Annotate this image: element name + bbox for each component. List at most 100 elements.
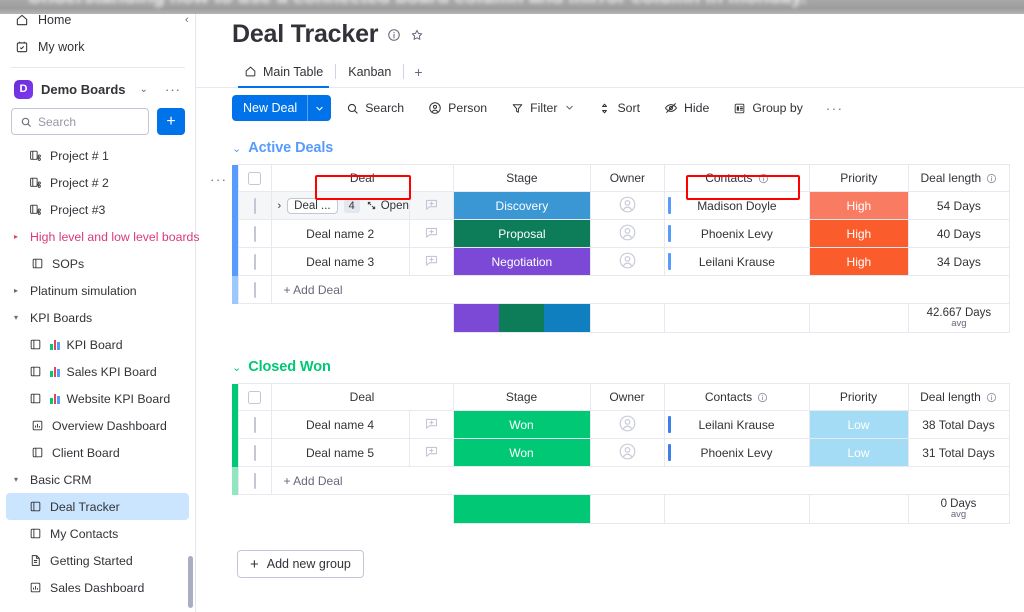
stage-summary-bar[interactable] bbox=[453, 304, 590, 333]
deal-length-cell[interactable]: 34 Days bbox=[908, 248, 1009, 276]
row-select-cell[interactable] bbox=[238, 467, 271, 495]
sidebar-item-sales-kpi-board[interactable]: Sales KPI Board bbox=[6, 358, 189, 385]
column-header-contacts[interactable]: Contacts bbox=[664, 384, 809, 411]
sidebar-item-my-work[interactable]: My work bbox=[0, 33, 195, 60]
sidebar-item-basic-crm[interactable]: ▾ Basic CRM bbox=[6, 466, 189, 493]
sidebar-item-website-kpi-board[interactable]: Website KPI Board bbox=[6, 385, 189, 412]
person-button[interactable]: Person bbox=[419, 95, 496, 121]
collapse-sidebar-icon[interactable]: ‹ bbox=[185, 14, 189, 26]
column-header-stage[interactable]: Stage bbox=[453, 384, 590, 411]
add-row[interactable]: + Add Deal bbox=[232, 467, 1009, 495]
add-update-icon[interactable] bbox=[424, 225, 439, 240]
deal-length-cell[interactable]: 31 Total Days bbox=[908, 439, 1009, 467]
workspace-header[interactable]: D Demo Boards ⌄ ··· bbox=[0, 74, 195, 104]
row-checkbox[interactable] bbox=[254, 417, 256, 433]
sidebar-scrollbar[interactable] bbox=[188, 556, 193, 608]
toolbar-more-button[interactable]: ··· bbox=[818, 101, 852, 116]
sidebar-item-client-board[interactable]: Client Board bbox=[6, 439, 189, 466]
select-all-cell[interactable] bbox=[238, 165, 271, 192]
add-row[interactable]: + Add Deal bbox=[232, 276, 1009, 304]
deal-cell[interactable]: Deal name 2 bbox=[271, 220, 409, 248]
updates-cell[interactable] bbox=[409, 411, 453, 439]
column-header-owner[interactable]: Owner bbox=[590, 165, 664, 192]
search-button[interactable]: Search bbox=[337, 95, 413, 121]
info-icon[interactable] bbox=[757, 392, 768, 403]
stage-cell[interactable]: Proposal bbox=[453, 220, 590, 248]
open-item-button[interactable]: Open bbox=[366, 200, 409, 212]
column-header-deal[interactable]: Deal bbox=[271, 165, 453, 192]
column-header-contacts[interactable]: Contacts bbox=[664, 165, 809, 192]
deal-cell[interactable]: Deal name 5 bbox=[271, 439, 409, 467]
sidebar-item-kpi-board[interactable]: KPI Board bbox=[6, 331, 189, 358]
star-icon[interactable] bbox=[410, 28, 424, 42]
table-row[interactable]: Deal name 3 Negotiation Leilani Krause H… bbox=[232, 248, 1009, 276]
row-checkbox[interactable] bbox=[254, 198, 256, 214]
priority-cell[interactable]: High bbox=[809, 192, 908, 220]
deal-cell[interactable]: › Deal ... 4 Open bbox=[271, 192, 409, 220]
chevron-down-icon[interactable]: ⌄ bbox=[140, 84, 148, 95]
priority-cell[interactable]: Low bbox=[809, 439, 908, 467]
sidebar-item-kpi-boards[interactable]: ▾ KPI Boards bbox=[6, 304, 189, 331]
stage-cell[interactable]: Discovery bbox=[453, 192, 590, 220]
deal-cell[interactable]: Deal name 4 bbox=[271, 411, 409, 439]
row-select-cell[interactable] bbox=[238, 276, 271, 304]
chevron-down-icon[interactable]: ⌄ bbox=[232, 142, 241, 155]
info-icon[interactable] bbox=[986, 173, 997, 184]
row-checkbox[interactable] bbox=[254, 282, 256, 298]
info-icon[interactable] bbox=[387, 28, 401, 42]
owner-cell[interactable] bbox=[590, 248, 664, 276]
sidebar-item-getting-started[interactable]: Getting Started bbox=[6, 547, 189, 574]
updates-cell[interactable] bbox=[409, 220, 453, 248]
column-header-stage[interactable]: Stage bbox=[453, 165, 590, 192]
chevron-down-icon[interactable] bbox=[565, 103, 574, 114]
sidebar-item-project-2[interactable]: Project # 2 bbox=[6, 169, 189, 196]
add-deal-button[interactable]: + Add Deal bbox=[271, 276, 1009, 304]
folder-triangle-open-icon[interactable]: ▾ bbox=[14, 475, 23, 484]
filter-button[interactable]: Filter bbox=[502, 95, 583, 121]
sidebar-item-platinum-simulation[interactable]: ▸ Platinum simulation bbox=[6, 277, 189, 304]
priority-cell[interactable]: Low bbox=[809, 411, 908, 439]
sidebar-item-project-1[interactable]: Project # 1 bbox=[6, 142, 189, 169]
updates-cell[interactable] bbox=[409, 439, 453, 467]
add-view-button[interactable]: + bbox=[404, 56, 432, 87]
updates-cell[interactable] bbox=[409, 248, 453, 276]
row-select-cell[interactable] bbox=[238, 439, 271, 467]
row-select-cell[interactable] bbox=[238, 411, 271, 439]
add-new-group-button[interactable]: + Add new group bbox=[237, 550, 364, 578]
chevron-down-icon[interactable]: ⌄ bbox=[232, 361, 241, 374]
sidebar-item-sales-dashboard[interactable]: Sales Dashboard bbox=[6, 574, 189, 601]
sidebar-item-sops[interactable]: SOPs bbox=[6, 250, 189, 277]
updates-cell[interactable] bbox=[409, 192, 453, 220]
column-header-deal[interactable]: Deal bbox=[271, 384, 453, 411]
tab-main-table[interactable]: Main Table bbox=[232, 56, 335, 87]
sidebar-item-deal-tracker[interactable]: Deal Tracker bbox=[6, 493, 189, 520]
add-update-icon[interactable] bbox=[424, 444, 439, 459]
select-all-checkbox[interactable] bbox=[248, 391, 261, 404]
folder-triangle-open-icon[interactable]: ▾ bbox=[14, 313, 23, 322]
hide-button[interactable]: Hide bbox=[655, 95, 718, 121]
contacts-cell[interactable]: Leilani Krause bbox=[664, 411, 809, 439]
table-row[interactable]: › Deal ... 4 Open Discovery bbox=[232, 192, 1009, 220]
stage-cell[interactable]: Won bbox=[453, 439, 590, 467]
sort-button[interactable]: Sort bbox=[589, 95, 649, 121]
new-deal-button[interactable]: New Deal bbox=[232, 95, 331, 121]
sidebar-item-my-contacts[interactable]: My Contacts bbox=[6, 520, 189, 547]
deal-length-summary[interactable]: 42.667 Days avg bbox=[908, 304, 1009, 333]
owner-cell[interactable] bbox=[590, 192, 664, 220]
folder-triangle-icon[interactable]: ▸ bbox=[14, 232, 23, 241]
row-checkbox[interactable] bbox=[254, 473, 256, 489]
stage-cell[interactable]: Won bbox=[453, 411, 590, 439]
group-title[interactable]: Closed Won bbox=[248, 359, 331, 375]
chevron-down-icon[interactable] bbox=[308, 104, 331, 113]
priority-cell[interactable]: High bbox=[809, 248, 908, 276]
column-header-deal-length[interactable]: Deal length bbox=[908, 165, 1009, 192]
column-header-priority[interactable]: Priority bbox=[809, 165, 908, 192]
table-row[interactable]: Deal name 5 Won Phoenix Levy Low 31 Tota… bbox=[232, 439, 1009, 467]
search-input[interactable]: Search bbox=[11, 108, 149, 135]
folder-triangle-icon[interactable]: ▸ bbox=[14, 286, 23, 295]
column-header-owner[interactable]: Owner bbox=[590, 384, 664, 411]
contacts-cell[interactable]: Leilani Krause bbox=[664, 248, 809, 276]
group-title[interactable]: Active Deals bbox=[248, 140, 333, 156]
deal-cell[interactable]: Deal name 3 bbox=[271, 248, 409, 276]
info-icon[interactable] bbox=[986, 392, 997, 403]
